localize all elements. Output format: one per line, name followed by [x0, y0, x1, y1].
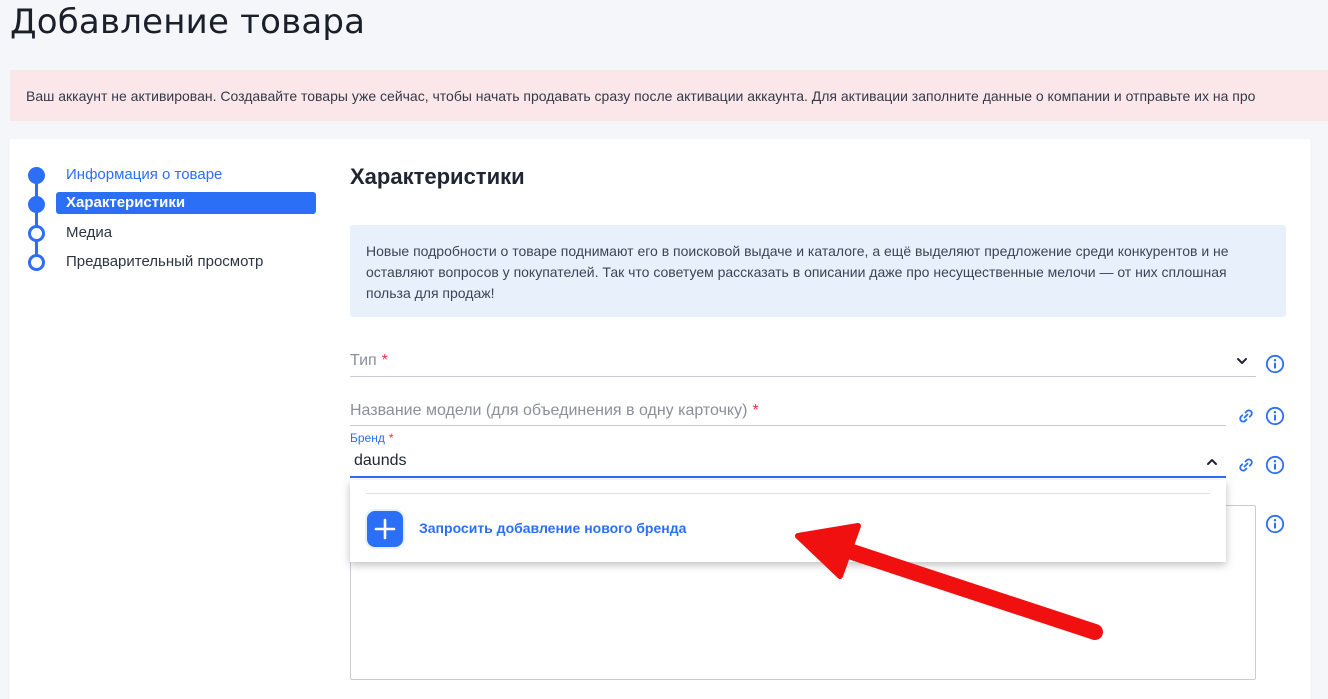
plus-icon[interactable] [367, 511, 403, 547]
chevron-down-icon[interactable] [1235, 354, 1249, 368]
brand-label: Бренд * [350, 431, 394, 445]
model-link-icon[interactable] [1236, 406, 1256, 426]
step-media[interactable]: Медиа [56, 222, 112, 244]
account-warning-banner: Ваш аккаунт не активирован. Создавайте т… [10, 70, 1328, 121]
model-info-icon[interactable] [1265, 406, 1285, 426]
brand-input-value[interactable]: daunds [354, 452, 407, 470]
type-placeholder: Тип * [350, 352, 388, 369]
model-name-placeholder: Название модели (для объединения в одну … [350, 402, 759, 419]
brand-info-icon[interactable] [1265, 455, 1285, 475]
page-title: Добавление товара [10, 2, 366, 42]
stepper-line [35, 175, 38, 263]
type-info-icon[interactable] [1265, 354, 1285, 374]
step-dot-pending [28, 225, 45, 242]
step-dot-pending [28, 254, 45, 271]
request-new-brand-label[interactable]: Запросить добавление нового бренда [419, 520, 686, 536]
info-box-text: Новые подробности о товаре поднимают его… [366, 243, 1229, 301]
brand-link-icon[interactable] [1236, 455, 1256, 475]
step-product-info[interactable]: Информация о товаре [56, 164, 222, 186]
step-characteristics[interactable]: Характеристики [56, 192, 316, 214]
step-preview[interactable]: Предварительный просмотр [56, 251, 263, 273]
section-title: Характеристики [350, 164, 525, 189]
dropdown-divider [366, 493, 1210, 494]
step-dot-completed [28, 167, 45, 184]
description-info-icon[interactable] [1265, 514, 1285, 534]
brand-dropdown: Запросить добавление нового бренда [350, 480, 1226, 562]
step-dot-active [28, 196, 45, 213]
banner-text: Ваш аккаунт не активирован. Создавайте т… [26, 87, 1256, 104]
brand-combobox[interactable]: daunds [350, 446, 1226, 478]
model-name-input[interactable]: Название модели (для объединения в одну … [350, 396, 1226, 426]
chevron-up-icon[interactable] [1205, 455, 1219, 469]
type-select[interactable]: Тип * [350, 346, 1256, 377]
info-box: Новые подробности о товаре поднимают его… [350, 225, 1286, 317]
